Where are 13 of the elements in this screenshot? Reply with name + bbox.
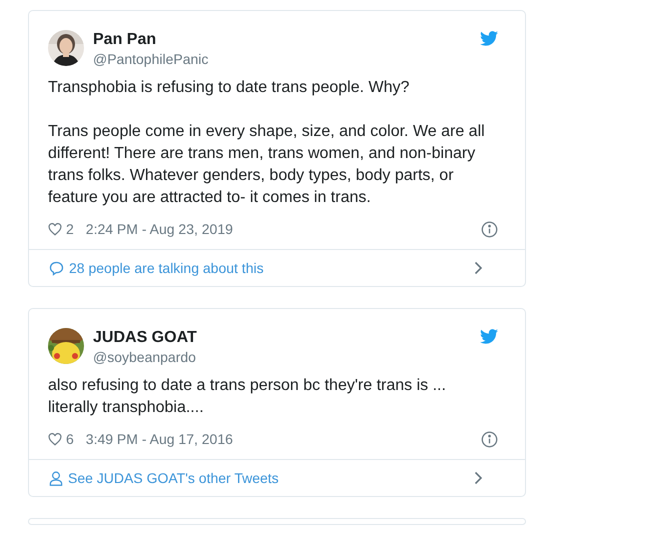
author-name[interactable]: Pan Pan	[93, 30, 156, 50]
tweet-text: Transphobia is refusing to date trans people. Why?	[48, 78, 410, 98]
conversation-link[interactable]: 28 people are talking about this	[49, 258, 474, 278]
author-name[interactable]: JUDAS GOAT	[93, 328, 197, 348]
like-count[interactable]: 6	[66, 429, 74, 450]
other-tweets-link[interactable]: See JUDAS GOAT's other Tweets	[49, 468, 474, 488]
author-handle[interactable]: @soybeanpardo	[93, 348, 196, 366]
timestamp-link[interactable]: 2:24 PM - Aug 23, 2019	[86, 219, 481, 240]
like-count[interactable]: 2	[66, 219, 74, 240]
tweet-text: Trans people come in every shape, size, and color. We are all different! There are trans men, trans women, and non-binary trans folks. Whatever genders, body types, body parts, or feature you are attracted to- it comes in trans.	[48, 122, 486, 208]
author-handle[interactable]: @PantophilePanic	[93, 50, 208, 68]
timestamp-link[interactable]: 3:49 PM - Aug 17, 2016	[86, 429, 481, 450]
tweet-text: also refusing to date a trans person bc they're trans is ... literally transphobia....	[48, 376, 447, 418]
